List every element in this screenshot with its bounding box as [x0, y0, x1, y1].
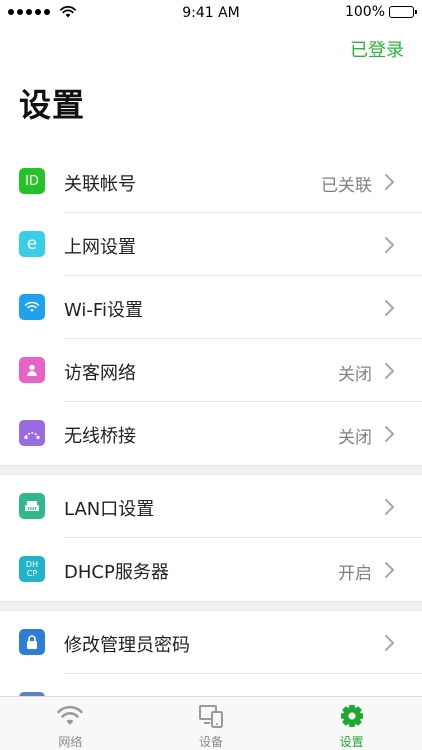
settings-list: ID 关联帐号 已关联 e 上网设置 Wi-Fi设置 访客网络 关闭 无线桥接 … — [0, 150, 422, 737]
chevron-right-icon — [385, 635, 394, 651]
tab-settings[interactable]: 设置 — [281, 697, 422, 750]
settings-item-wifi[interactable]: Wi-Fi设置 — [0, 276, 422, 339]
lan-icon — [19, 493, 45, 519]
tab-label: 设置 — [339, 735, 364, 749]
settings-item-value: 已关联 — [321, 176, 372, 196]
lock-icon — [19, 629, 45, 655]
settings-item-value: 开启 — [338, 564, 372, 584]
wifi-icon — [19, 294, 45, 320]
bridge-icon — [19, 420, 45, 446]
section-gap — [0, 465, 422, 475]
settings-item-admin-password[interactable]: 修改管理员密码 — [0, 611, 422, 674]
settings-item-dhcp[interactable]: DH CP DHCP服务器 开启 — [0, 538, 422, 601]
settings-item-label: 上网设置 — [64, 237, 136, 258]
tab-devices[interactable]: 设备 — [141, 697, 282, 750]
page-title: 设置 — [19, 86, 86, 124]
chevron-right-icon — [385, 300, 394, 316]
settings-item-label: DHCP服务器 — [64, 562, 169, 583]
battery-percent: 100% — [344, 4, 385, 20]
guest-icon — [19, 357, 45, 383]
chevron-right-icon — [385, 174, 394, 190]
status-bar: 9:41 AM 100% — [0, 0, 422, 26]
tab-network[interactable]: 网络 — [0, 697, 141, 750]
section-gap — [0, 601, 422, 611]
chevron-right-icon — [385, 426, 394, 442]
tab-label: 网络 — [58, 735, 83, 749]
chevron-right-icon — [385, 562, 394, 578]
settings-item-label: LAN口设置 — [64, 499, 155, 520]
settings-item-label: Wi-Fi设置 — [64, 300, 143, 321]
internet-icon: e — [19, 231, 45, 257]
settings-item-linked-account[interactable]: ID 关联帐号 已关联 — [0, 150, 422, 213]
settings-item-label: 修改管理员密码 — [64, 635, 190, 656]
id-icon: ID — [19, 168, 45, 194]
tab-bar: 网络 设备 设置 — [0, 696, 422, 750]
settings-item-label: 无线桥接 — [64, 426, 136, 447]
chevron-right-icon — [385, 499, 394, 515]
battery-icon — [389, 6, 417, 18]
settings-item-label: 关联帐号 — [64, 174, 136, 195]
devices-icon — [199, 705, 223, 728]
network-icon — [57, 705, 84, 725]
tab-label: 设备 — [199, 735, 224, 749]
settings-item-guest-network[interactable]: 访客网络 关闭 — [0, 339, 422, 402]
chevron-right-icon — [385, 363, 394, 379]
gear-icon — [340, 705, 363, 727]
settings-item-label: 访客网络 — [64, 363, 136, 384]
battery-indicator: 100% — [344, 4, 417, 20]
settings-item-lan[interactable]: LAN口设置 — [0, 475, 422, 538]
dhcp-icon: DH CP — [19, 556, 45, 582]
settings-item-value: 关闭 — [338, 428, 372, 448]
login-status-link[interactable]: 已登录 — [350, 36, 404, 62]
settings-item-wireless-bridge[interactable]: 无线桥接 关闭 — [0, 402, 422, 465]
settings-item-internet[interactable]: e 上网设置 — [0, 213, 422, 276]
settings-item-value: 关闭 — [338, 365, 372, 385]
chevron-right-icon — [385, 237, 394, 253]
